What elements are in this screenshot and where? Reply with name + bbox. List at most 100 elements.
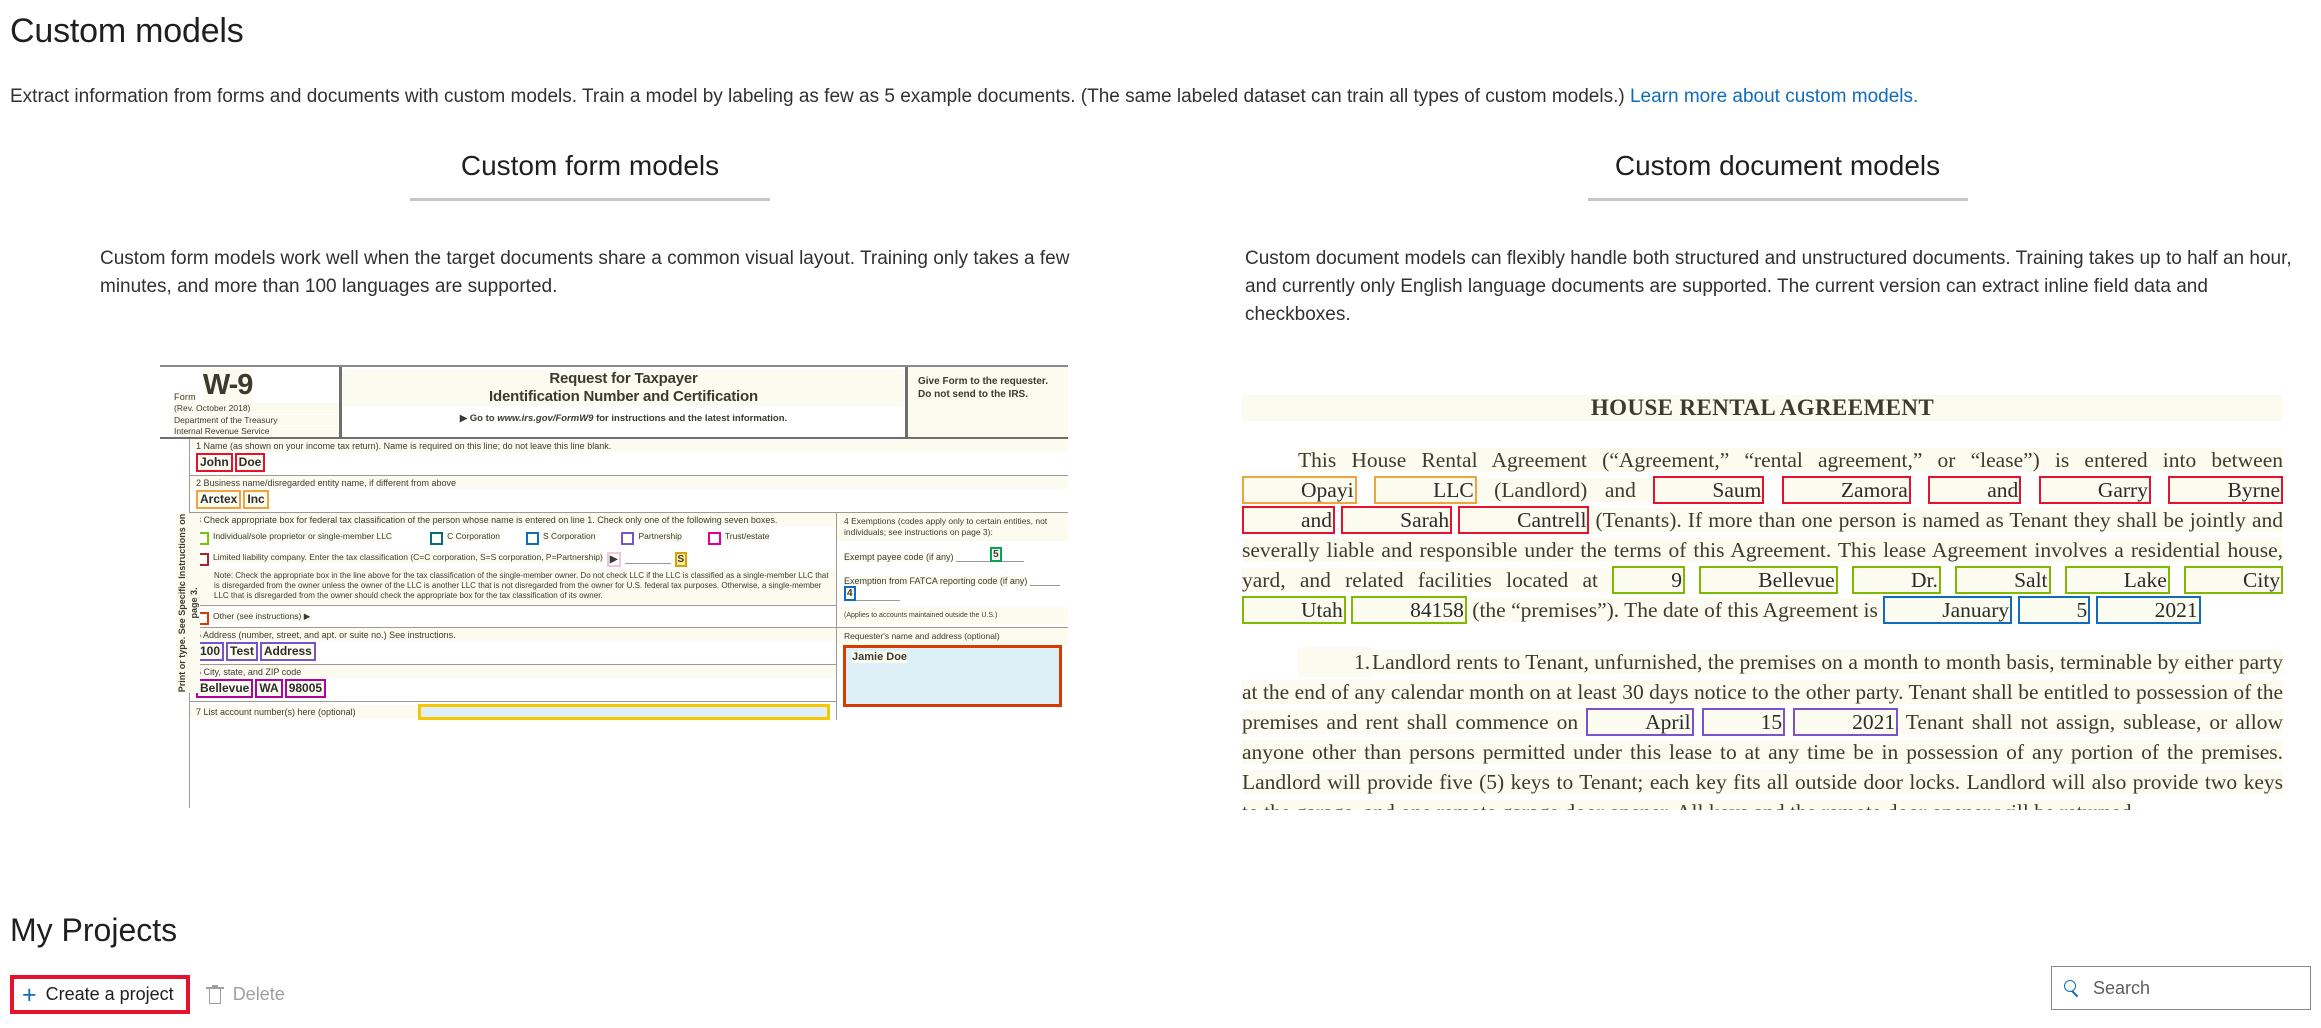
search-box[interactable] (2051, 966, 2311, 1010)
w9-line2-token-1: Arctex (196, 490, 242, 509)
llc-classification-value: S (674, 552, 688, 567)
address-token-4: Salt (1955, 566, 2051, 594)
w9-fatca-note: (Applies to accounts maintained outside … (837, 607, 1068, 624)
w9-line6-token-3: 98005 (284, 679, 327, 698)
custom-document-models-description: Custom document models can flexibly hand… (1245, 248, 2292, 325)
w9-line1: 1 Name (as shown on your income tax retu… (190, 439, 1068, 476)
tenant-token-and-1: and (1928, 476, 2022, 504)
w9-checkbox-row-llc: Limited liability company. Enter the tax… (190, 547, 836, 569)
rental-title: HOUSE RENTAL AGREEMENT (1242, 395, 2283, 421)
projects-command-bar: + Create a project Delete (10, 975, 295, 1014)
search-icon (2064, 979, 2081, 997)
w9-line6-value: Bellevue WA 98005 (190, 678, 836, 702)
agreement-date-month: January (1883, 596, 2013, 624)
checkbox-trust-label: Trust/estate (724, 531, 770, 542)
w9-header-left: Form W-9 (Rev. October 2018) Department o… (160, 367, 342, 437)
w9-goto-suffix: for instructions and the latest informat… (593, 413, 788, 424)
w9-line5-label: 5 Address (number, street, and apt. or s… (190, 628, 836, 641)
w9-exempt-payee-value: 5 (990, 547, 1002, 562)
w9-fatca-value: 4 (844, 586, 856, 601)
rent-start-year: 2021 (1793, 708, 1899, 736)
search-input[interactable] (2091, 976, 2298, 1000)
llc-arrow-marker: ▶ (606, 552, 621, 567)
tenant-token-and-2: and (1242, 506, 1336, 534)
w9-account-number-field[interactable] (418, 704, 830, 720)
rental-paragraph-1: This House Rental Agreement (“Agreement,… (1242, 445, 2284, 625)
agreement-date-day: 5 (2017, 596, 2091, 624)
w9-checkbox-row-1: Individual/sole proprietor or single-mem… (190, 526, 836, 547)
w9-line5-token-2: Test (226, 642, 258, 661)
w9-line2-label: 2 Business name/disregarded entity name,… (190, 476, 1068, 489)
custom-document-models-heading: Custom document models (1587, 150, 1968, 201)
w9-line2: 2 Business name/disregarded entity name,… (190, 476, 1068, 513)
w9-line5-value: 100 Test Address (190, 641, 836, 665)
rent-start-month: April (1586, 708, 1694, 736)
rental-p1-text-a: This House Rental Agreement (“Agreement,… (1298, 448, 2283, 472)
w9-title-line2: Identification Number and Certification (342, 388, 905, 406)
w9-side-note: Print or type. See Specific Instructions… (176, 513, 200, 693)
w9-line6-token-1: Bellevue (196, 679, 254, 698)
address-token-7: Utah (1242, 596, 1346, 624)
custom-models-page: Custom models Extract information from f… (0, 0, 2321, 1028)
delete-button[interactable]: Delete (197, 978, 295, 1011)
w9-department-line2: Internal Revenue Service (174, 426, 339, 437)
create-project-label: Create a project (45, 984, 174, 1004)
address-token-6: City (2184, 566, 2284, 594)
checkbox-llc-label: Limited liability company. Enter the tax… (213, 552, 603, 563)
checkbox-trust-icon[interactable] (707, 532, 721, 545)
w9-exempt-payee-row: Exempt payee code (if any) 5 (837, 541, 1068, 568)
w9-llc-note: Note: Check the appropriate box in the l… (190, 569, 836, 605)
trash-icon (205, 984, 224, 1005)
w9-line3-label: 3 Check appropriate box for federal tax … (190, 513, 836, 526)
checkbox-ccorp-icon[interactable] (430, 532, 444, 545)
custom-form-models-section: Custom form models Custom form models wo… (60, 150, 1120, 301)
rental-paragraph-2: 1.Landlord rents to Tenant, unfurnished,… (1242, 647, 2284, 810)
custom-document-models-section: Custom document models Custom document m… (1245, 150, 2310, 329)
tenant-token-4: Byrne (2168, 476, 2284, 504)
w9-goto-line: ▶ Go to www.irs.gov/FormW9 for instructi… (342, 413, 905, 424)
page-description: Extract information from forms and docum… (10, 84, 1918, 110)
address-token-2: Bellevue (1699, 566, 1838, 594)
w9-header-center: Request for Taxpayer Identification Numb… (342, 367, 905, 437)
tenant-token-2: Zamora (1781, 476, 1911, 504)
w9-middle-split: 3 Check appropriate box for federal tax … (190, 513, 1068, 627)
w9-line1-token-1: John (196, 453, 233, 472)
custom-form-models-description: Custom form models work well when the ta… (100, 248, 1070, 297)
address-token-5: Lake (2064, 566, 2170, 594)
w9-department-line1: Department of the Treasury (174, 414, 339, 425)
w9-form-label: Form (174, 392, 196, 402)
w9-fatca-row: Exemption from FATCA reporting code (if … (837, 568, 1068, 607)
w9-line5-token-3: Address (259, 642, 316, 661)
rent-start-day: 15 (1701, 708, 1786, 736)
create-project-button[interactable]: + Create a project (10, 975, 190, 1014)
learn-more-link[interactable]: Learn more about custom models. (1630, 86, 1918, 107)
w9-line1-token-2: Doe (234, 453, 266, 472)
w9-address-split: 5 Address (number, street, and apt. or s… (190, 627, 1068, 720)
w9-address-column: 5 Address (number, street, and apt. or s… (190, 628, 836, 720)
w9-classification-column: 3 Check appropriate box for federal tax … (190, 513, 836, 627)
w9-give-form-note: Give Form to the requester. Do not send … (905, 367, 1068, 437)
tenant-token-3: Garry (2038, 476, 2151, 504)
checkbox-partnership-icon[interactable] (621, 532, 635, 545)
checkbox-partnership-label: Partnership (638, 531, 682, 542)
checkbox-scorp-icon[interactable] (525, 532, 539, 545)
w9-checkbox-row-other: Other (see instructions) ▶ (190, 605, 836, 627)
agreement-date-year: 2021 (2095, 596, 2201, 624)
tenant-token-1: Saum (1653, 476, 1765, 504)
w9-goto-prefix: ▶ Go to (459, 413, 498, 424)
w9-line7-label: 7 List account number(s) here (optional) (190, 704, 418, 718)
w9-header: Form W-9 (Rev. October 2018) Department o… (160, 367, 1068, 439)
w9-line2-value: Arctex Inc (190, 489, 1068, 512)
checkbox-other-label: Other (see instructions) ▶ (213, 611, 311, 622)
w9-line5-token-1: 100 (196, 642, 225, 661)
w9-requester-field[interactable]: Jamie Doe (843, 645, 1062, 707)
w9-goto-url: www.irs.gov/FormW9 (497, 413, 594, 424)
address-token-8: 84158 (1351, 596, 1467, 624)
w9-side-note-strip: Print or type. See Specific Instructions… (160, 439, 200, 808)
w9-line1-label: 1 Name (as shown on your income tax retu… (190, 439, 1068, 452)
w9-form-number: W-9 (202, 369, 253, 402)
w9-line4-label: 4 Exemptions (codes apply only to certai… (837, 513, 1068, 541)
checkbox-individual-label: Individual/sole proprietor or single-mem… (213, 531, 393, 542)
house-rental-agreement-sample-image: HOUSE RENTAL AGREEMENT This House Rental… (1230, 375, 2295, 810)
custom-form-models-heading: Custom form models (410, 150, 770, 201)
